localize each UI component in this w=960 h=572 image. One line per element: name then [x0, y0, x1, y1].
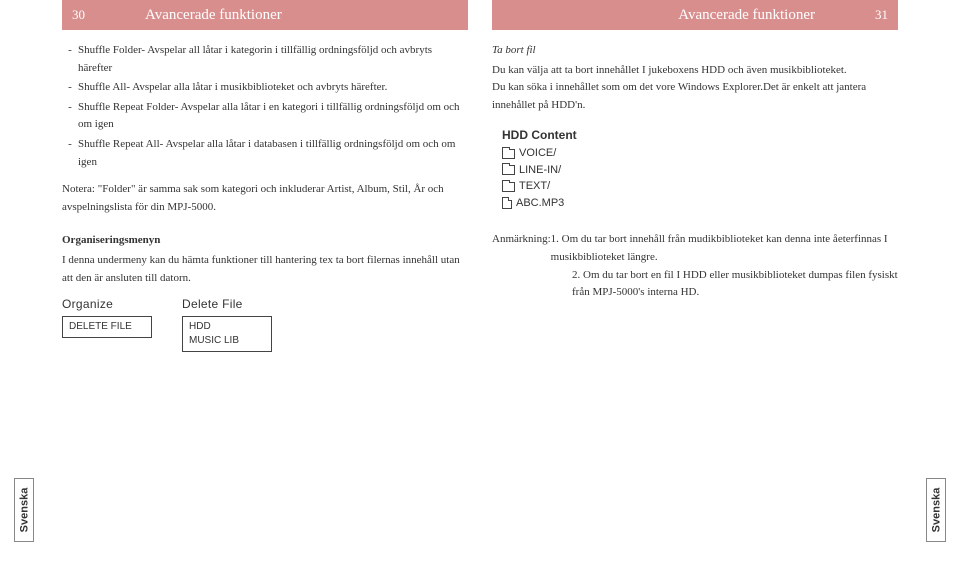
annotation-label: Anmärkning: [492, 231, 551, 266]
organize-label: Organize [62, 295, 152, 314]
hdd-content-box: HDD Content VOICE/ LINE-IN/ TEXT/ ABC.MP… [502, 126, 898, 211]
file-icon [502, 197, 512, 209]
right-content: Ta bort fil Du kan välja att ta bort inn… [492, 42, 898, 302]
delete-file-menu: Delete File HDD MUSIC LIB [182, 295, 272, 352]
hdd-content-title: HDD Content [502, 126, 898, 144]
organize-box: DELETE FILE [62, 316, 152, 338]
header-title-left: Avancerade funktioner [145, 7, 282, 24]
annotation-item: 1. Om du tar bort innehåll från mudikbib… [551, 231, 898, 266]
hdd-item-label: LINE-IN/ [519, 162, 561, 179]
organize-text: I denna undermeny kan du hämta funktione… [62, 252, 468, 287]
folder-icon [502, 182, 515, 192]
bullet-item: - Shuffle Repeat Folder- Avspelar alla l… [62, 99, 468, 134]
bullet-item: - Shuffle Folder- Avspelar all låtar i k… [62, 42, 468, 77]
hdd-row: ABC.MP3 [502, 195, 898, 212]
hdd-item-label: VOICE/ [519, 145, 556, 162]
delete-file-item: HDD [189, 320, 265, 334]
organize-item: DELETE FILE [69, 320, 145, 334]
header-bar-right: Avancerade funktioner 31 [492, 0, 898, 30]
hdd-item-label: TEXT/ [519, 178, 550, 195]
left-content: - Shuffle Folder- Avspelar all låtar i k… [62, 42, 468, 352]
delete-file-item: MUSIC LIB [189, 334, 265, 348]
hdd-row: LINE-IN/ [502, 162, 898, 179]
ta-bort-heading: Ta bort fil [492, 42, 898, 60]
bullet-item: - Shuffle Repeat All- Avspelar alla låta… [62, 136, 468, 171]
annotation-item: 2. Om du tar bort en fil I HDD eller mus… [492, 267, 898, 302]
ui-boxes-row: Organize DELETE FILE Delete File HDD MUS… [62, 295, 468, 352]
annotations: Anmärkning: 1. Om du tar bort innehåll f… [492, 231, 898, 301]
header-bar-left: 30 Avancerade funktioner [62, 0, 468, 30]
bullet-item: - Shuffle All- Avspelar alla låtar i mus… [62, 79, 468, 97]
hdd-row: TEXT/ [502, 178, 898, 195]
ta-bort-line: Du kan söka i innehållet som om det vore… [492, 79, 898, 114]
organize-heading: Organiseringsmenyn [62, 232, 468, 250]
hdd-item-label: ABC.MP3 [516, 195, 564, 212]
note-text: Notera: "Folder" är samma sak som katego… [62, 181, 468, 216]
delete-file-box: HDD MUSIC LIB [182, 316, 272, 352]
organize-menu: Organize DELETE FILE [62, 295, 152, 352]
page-number-left: 30 [72, 7, 85, 23]
language-tab-left: Svenska [14, 478, 34, 542]
folder-icon [502, 149, 515, 159]
folder-icon [502, 165, 515, 175]
delete-file-label: Delete File [182, 295, 272, 314]
language-tab-right: Svenska [926, 478, 946, 542]
hdd-row: VOICE/ [502, 145, 898, 162]
ta-bort-line: Du kan välja att ta bort innehållet I ju… [492, 62, 898, 80]
page-number-right: 31 [875, 7, 888, 23]
header-title-right: Avancerade funktioner [678, 7, 815, 24]
